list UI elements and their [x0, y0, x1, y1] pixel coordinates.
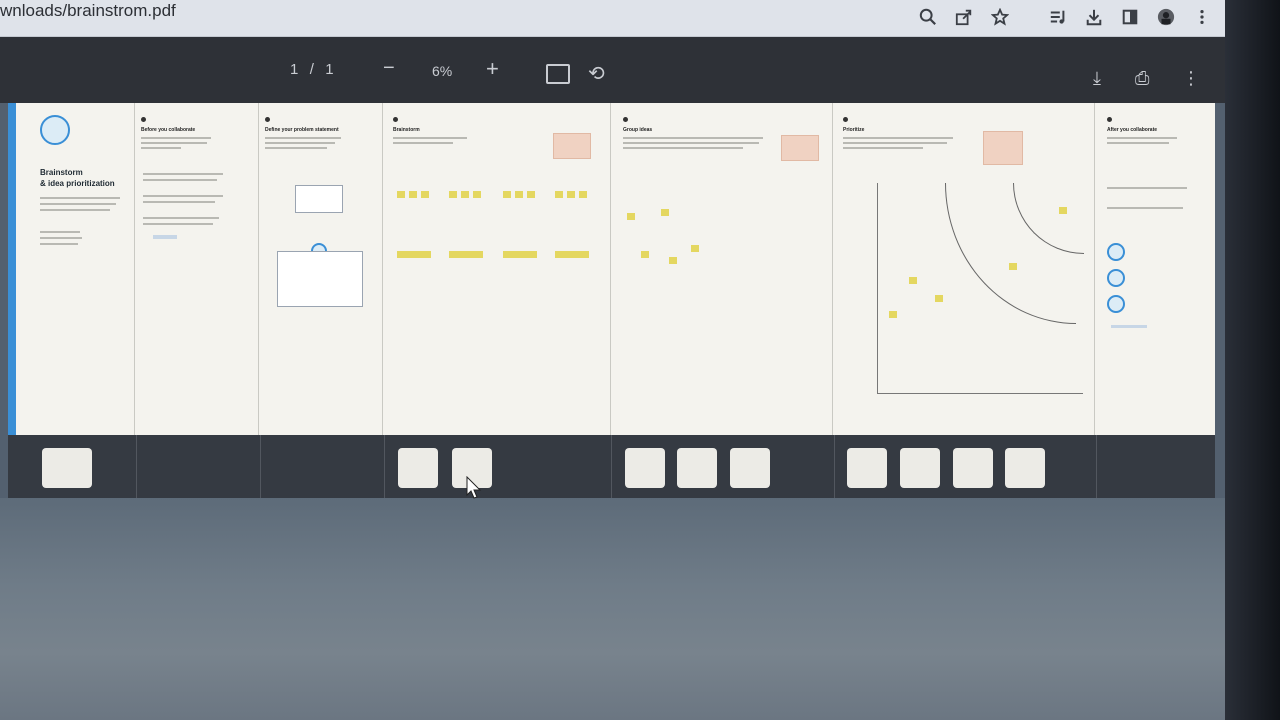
star-icon[interactable] [989, 6, 1011, 28]
print-icon[interactable]: ⎙ [1135, 68, 1149, 89]
profile-icon[interactable] [1155, 6, 1177, 28]
panel-brainstorm: Brainstorm [382, 103, 611, 435]
panel-prioritize: Prioritize [832, 103, 1095, 435]
section-heading: After you collaborate [1107, 127, 1158, 133]
url-text[interactable]: wnloads/brainstrom.pdf [0, 0, 176, 22]
brainstorm-logo-icon [40, 115, 70, 145]
thumbnail[interactable] [730, 448, 770, 488]
browser-url-bar[interactable]: wnloads/brainstrom.pdf [0, 0, 1225, 37]
section-heading: Group ideas [623, 127, 653, 133]
empty-viewer-area [0, 498, 1225, 720]
page-total: 1 [325, 61, 335, 78]
screen: wnloads/brainstrom.pdf 1 / 1 − 6% + ⟲ ⤓ … [0, 0, 1225, 720]
pdf-download-icon[interactable]: ⤓ [1093, 68, 1101, 89]
zoom-out-button[interactable]: − [383, 57, 395, 80]
thumbnail[interactable] [953, 448, 993, 488]
monitor-bezel [1225, 0, 1280, 720]
thumbnail-strip [8, 435, 1215, 498]
pdf-page: Brainstorm & idea prioritization Before … [8, 103, 1215, 435]
download-icon[interactable] [1083, 6, 1105, 28]
panel-title: Brainstorm & idea prioritization [16, 103, 134, 435]
more-options-icon[interactable]: ⋮ [1182, 68, 1200, 89]
fit-page-icon[interactable] [546, 64, 570, 84]
page-current[interactable]: 1 [290, 61, 299, 78]
zoom-level[interactable]: 6% [432, 63, 452, 79]
section-heading: Before you collaborate [141, 127, 196, 133]
page-indicator[interactable]: 1 / 1 [290, 61, 335, 78]
thumbnail[interactable] [625, 448, 665, 488]
board-title-line2: & idea prioritization [40, 179, 115, 188]
section-heading: Brainstorm [393, 127, 420, 133]
media-icon[interactable] [1047, 6, 1069, 28]
board-title: Brainstorm & idea prioritization [40, 167, 115, 189]
section-heading: Prioritize [843, 127, 865, 133]
share-icon[interactable] [953, 6, 975, 28]
thumbnail[interactable] [900, 448, 940, 488]
thumbnail[interactable] [847, 448, 887, 488]
pdf-toolbar: 1 / 1 − 6% + ⟲ ⤓ ⎙ ⋮ [0, 37, 1225, 103]
panel-problem-statement: Define your problem statement [258, 103, 383, 435]
panel-after-collaborate: After you collaborate [1094, 103, 1216, 435]
thumbnail[interactable] [398, 448, 438, 488]
page-separator: / [309, 61, 315, 78]
rotate-icon[interactable]: ⟲ [588, 61, 605, 86]
board-title-line1: Brainstorm [40, 168, 83, 177]
accent-stripe [8, 103, 16, 435]
section-heading: Define your problem statement [265, 127, 339, 133]
menu-icon[interactable] [1191, 6, 1213, 28]
sidebar-icon[interactable] [1119, 6, 1141, 28]
mouse-cursor-icon [466, 476, 482, 499]
browser-toolbar-icons [917, 6, 1213, 28]
thumbnail[interactable] [677, 448, 717, 488]
thumbnail[interactable] [42, 448, 92, 488]
zoom-in-button[interactable]: + [486, 56, 499, 82]
search-icon[interactable] [917, 6, 939, 28]
panel-before-collaborate: Before you collaborate [134, 103, 259, 435]
thumbnail[interactable] [1005, 448, 1045, 488]
panel-group-ideas: Group ideas [610, 103, 833, 435]
pdf-viewport[interactable]: Brainstorm & idea prioritization Before … [8, 103, 1215, 498]
